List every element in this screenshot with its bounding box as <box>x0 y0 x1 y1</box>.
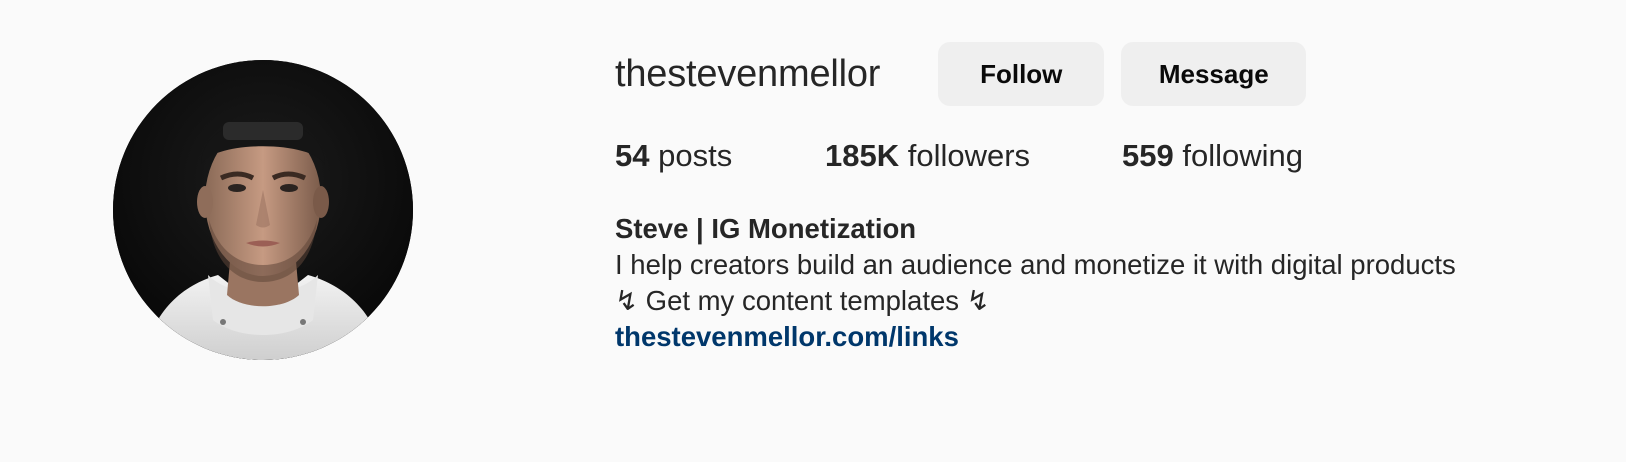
following-stat[interactable]: 559 following <box>1122 138 1303 174</box>
followers-label: followers <box>907 138 1031 173</box>
profile-info: thestevenmellor Follow Message 54 posts … <box>615 42 1595 355</box>
profile-header: thestevenmellor Follow Message 54 posts … <box>0 0 1626 462</box>
following-count: 559 <box>1122 138 1174 173</box>
bio-link[interactable]: thestevenmellor.com/links <box>615 321 959 352</box>
profile-top-row: thestevenmellor Follow Message <box>615 42 1595 106</box>
profile-bio: Steve | IG Monetization I help creators … <box>615 211 1595 355</box>
posts-count: 54 <box>615 138 650 173</box>
followers-stat[interactable]: 185K followers <box>825 138 1122 174</box>
followers-count: 185K <box>825 138 900 173</box>
bio-line: ↯ Get my content templates ↯ <box>615 285 990 316</box>
avatar[interactable] <box>113 60 413 360</box>
profile-photo-icon <box>113 60 413 360</box>
profile-stats: 54 posts 185K followers 559 following <box>615 138 1595 178</box>
username: thestevenmellor <box>615 52 881 95</box>
message-button[interactable]: Message <box>1121 42 1307 106</box>
posts-stat: 54 posts <box>615 138 825 174</box>
posts-label: posts <box>658 138 733 173</box>
follow-button[interactable]: Follow <box>938 42 1105 106</box>
bio-line: I help creators build an audience and mo… <box>615 249 1456 280</box>
bio-name: Steve | IG Monetization <box>615 213 917 244</box>
following-label: following <box>1182 138 1303 173</box>
